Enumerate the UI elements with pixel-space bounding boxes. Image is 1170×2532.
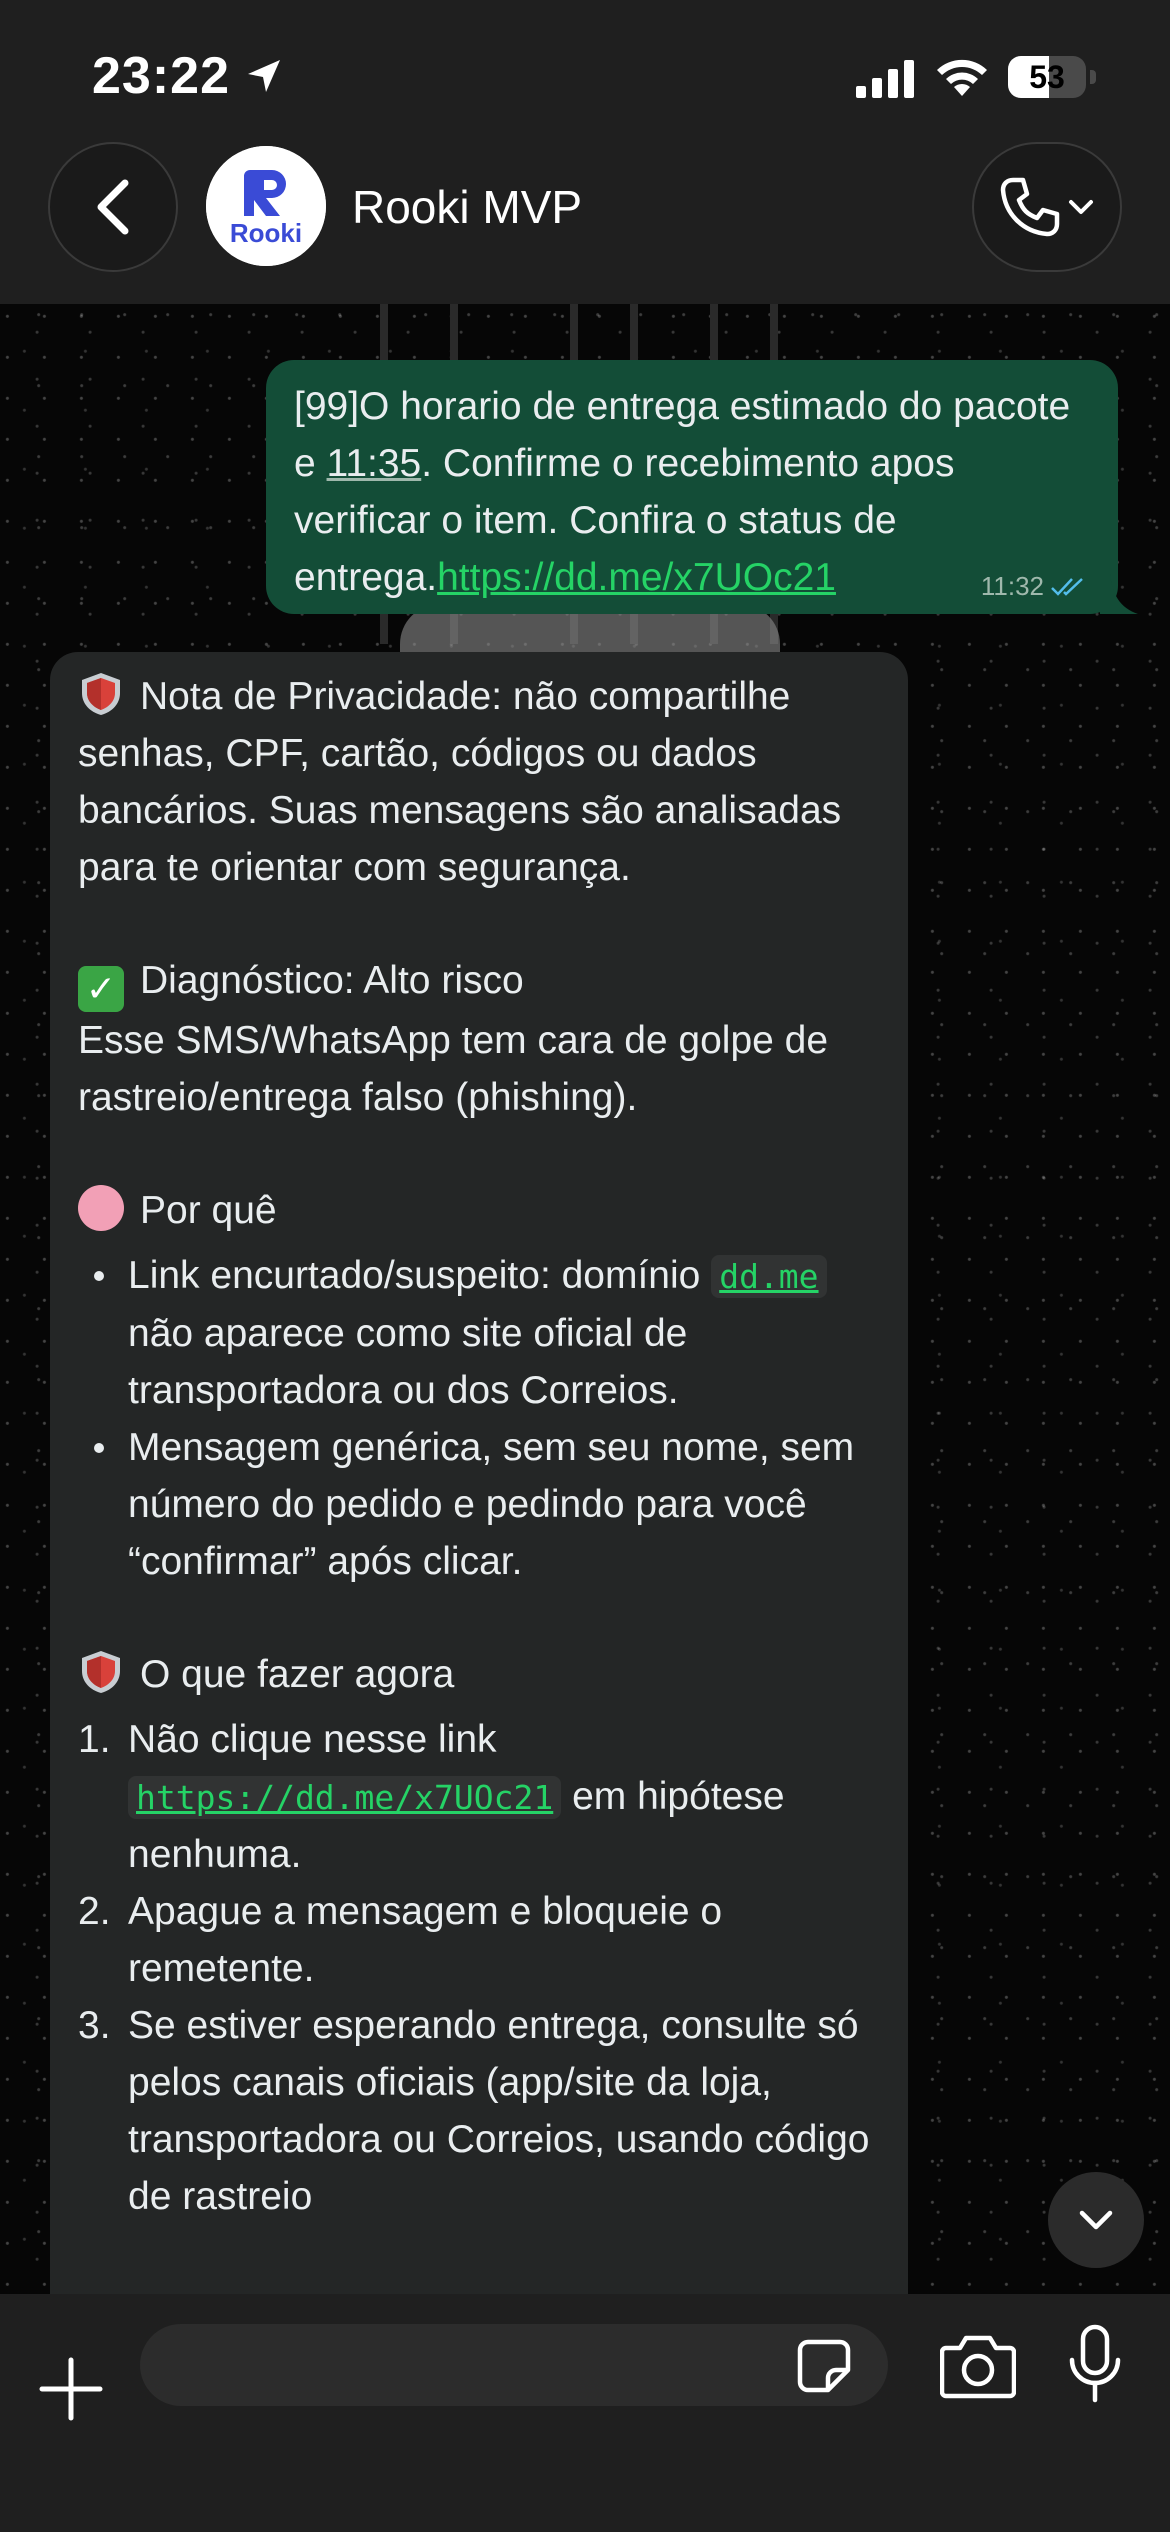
list-item: Mensagem genérica, sem seu nome, sem núm… bbox=[94, 1419, 882, 1590]
message-timestamp: 11:32 bbox=[980, 571, 1044, 601]
chat-header: Rooki Rooki MVP bbox=[0, 140, 1170, 304]
outgoing-message-text: [99]O horario de entrega estimado do pac… bbox=[294, 385, 1071, 599]
chevron-down-icon bbox=[1079, 2210, 1113, 2230]
location-arrow-icon bbox=[248, 60, 280, 92]
call-button[interactable] bbox=[972, 142, 1122, 272]
diagnosis-text: Esse SMS/WhatsApp tem cara de golpe de r… bbox=[78, 1019, 829, 1119]
why-list: Link encurtado/suspeito: domínio dd.me n… bbox=[78, 1247, 882, 1590]
outgoing-message[interactable]: [99]O horario de entrega estimado do pac… bbox=[266, 360, 1118, 614]
why-heading: Por quê bbox=[78, 1182, 882, 1239]
double-check-icon bbox=[1051, 577, 1083, 596]
input-bar bbox=[0, 2294, 1170, 2532]
incoming-message[interactable]: Nota de Privacidade: não compartilhe sen… bbox=[50, 652, 908, 2294]
status-time: 23:22 bbox=[92, 47, 230, 105]
wifi-icon bbox=[937, 59, 987, 96]
scroll-down-button[interactable] bbox=[1048, 2172, 1144, 2268]
shield-icon bbox=[82, 1651, 120, 1693]
chevron-left-icon bbox=[97, 179, 129, 235]
battery-percentage: 53 bbox=[1029, 59, 1065, 95]
phone-icon bbox=[1000, 177, 1060, 237]
message-input[interactable] bbox=[140, 2324, 888, 2406]
camera-icon[interactable] bbox=[940, 2330, 1016, 2400]
svg-text:Rooki: Rooki bbox=[230, 218, 302, 248]
battery-indicator: 53 bbox=[1008, 56, 1086, 98]
plus-icon[interactable] bbox=[38, 2356, 104, 2422]
contact-name[interactable]: Rooki MVP bbox=[352, 180, 582, 234]
chevron-down-icon bbox=[1069, 200, 1093, 214]
list-item: 3. Se estiver esperando entrega, consulte… bbox=[78, 2004, 870, 2218]
sticker-icon[interactable] bbox=[796, 2338, 852, 2394]
back-button[interactable] bbox=[48, 142, 178, 272]
todo-heading: O que fazer agora bbox=[78, 1646, 882, 1703]
diagnosis: ✓ Diagnóstico: Alto risco Esse SMS/WhatsA… bbox=[78, 952, 882, 1126]
microphone-icon[interactable] bbox=[1066, 2324, 1124, 2404]
bubble-tail bbox=[1100, 574, 1138, 614]
message-meta: 11:32 bbox=[981, 571, 1088, 602]
list-item: 1. Não clique nesse link https://dd.me/x7… bbox=[78, 1718, 785, 1876]
list-item: Link encurtado/suspeito: domínio dd.me n… bbox=[94, 1247, 882, 1419]
status-bar: 23:22 53 bbox=[0, 0, 1170, 140]
list-item: 2. Apague a mensagem e bloqueie o remeten… bbox=[78, 1890, 723, 1990]
chat-area[interactable]: [99]O horario de entrega estimado do pac… bbox=[0, 304, 1170, 2294]
cellular-signal-icon bbox=[856, 60, 914, 98]
code-link[interactable]: https://dd.me/x7UOc21 bbox=[128, 1776, 562, 1819]
diagnosis-title: Diagnóstico: Alto risco bbox=[140, 959, 524, 1002]
rooki-logo: Rooki bbox=[206, 146, 326, 266]
contact-avatar[interactable]: Rooki bbox=[206, 146, 326, 266]
shield-icon bbox=[82, 673, 120, 715]
check-mark-icon: ✓ bbox=[78, 966, 124, 1012]
time-underlined[interactable]: 11:35 bbox=[327, 442, 422, 485]
battery-cap bbox=[1090, 70, 1096, 84]
todo-list: 1. Não clique nesse link https://dd.me/x7… bbox=[78, 1711, 882, 2225]
code-link[interactable]: dd.me bbox=[711, 1255, 827, 1298]
message-link[interactable]: https://dd.me/x7UOc21 bbox=[437, 556, 836, 599]
brain-icon bbox=[78, 1185, 124, 1231]
privacy-note: Nota de Privacidade: não compartilhe sen… bbox=[78, 668, 882, 896]
